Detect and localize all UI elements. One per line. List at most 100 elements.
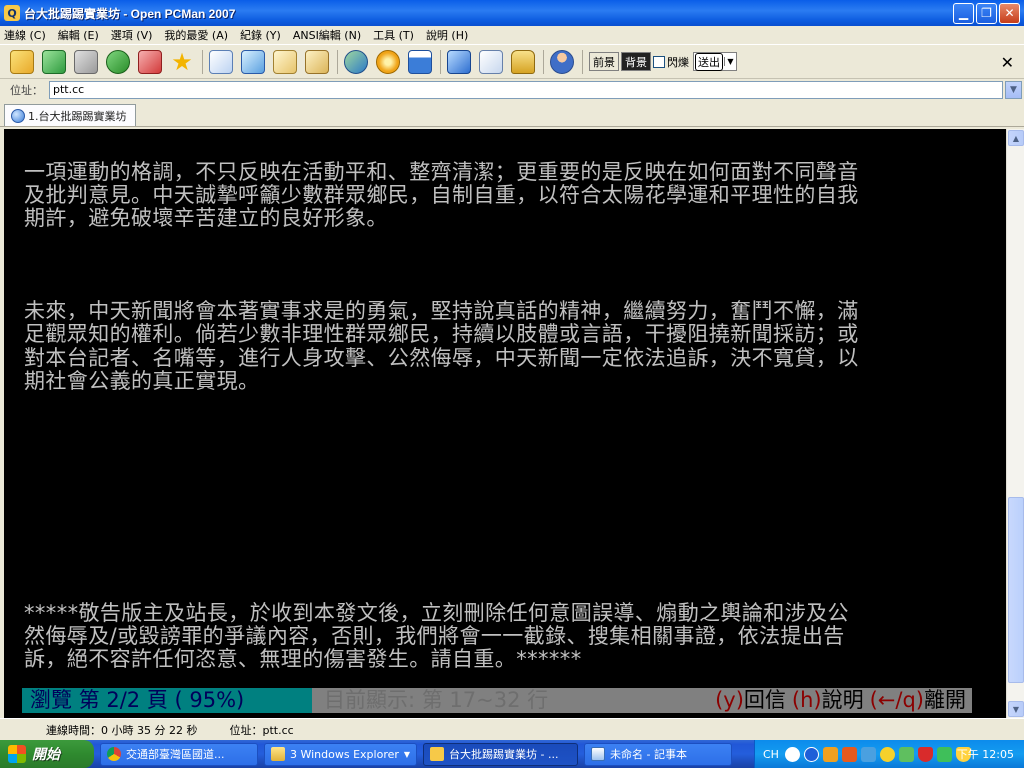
pcman-icon <box>430 747 444 761</box>
tray-app-icon[interactable] <box>841 746 857 762</box>
tray-app-icon[interactable] <box>936 746 952 762</box>
article-status-bar: 瀏覽 第 2/2 頁 ( 95%) 目前顯示: 第 17~32 行 (y) 回信… <box>22 688 972 713</box>
pcman-app-icon: Q <box>4 5 20 21</box>
menu-help[interactable]: 說明 (H) <box>426 27 468 43</box>
task-explorer[interactable]: 3 Windows Explorer ▼ <box>264 742 417 766</box>
terminal-line: 一項運動的格調，不只反映在活動平和、整齊清潔；更重要的是反映在如何面對不同聲音 <box>24 160 859 184</box>
close-toolbar-icon[interactable]: ✕ <box>1001 53 1014 72</box>
chevron-down-icon: ▼ <box>403 749 410 759</box>
user-icon[interactable] <box>550 49 574 74</box>
task-pcman[interactable]: 台大批踢踢實業坊 - ... <box>423 742 578 766</box>
help-key: (h) <box>791 688 822 712</box>
settings-gear-icon[interactable] <box>376 49 400 74</box>
address-input[interactable]: ptt.cc <box>49 81 1003 99</box>
terminal-line: 對本台記者、名嘴等，進行人身攻擊、公然侮辱，中天新聞一定依法追訴，決不寬貸，以 <box>24 345 859 370</box>
tray-app-icon[interactable] <box>879 746 895 762</box>
terminal-screen[interactable]: 一項運動的格調，不只反映在活動平和、整齊清潔；更重要的是反映在如何面對不同聲音及… <box>4 129 1006 718</box>
reconnect-icon[interactable] <box>42 49 66 74</box>
terminal-line: 足觀眾知的權利。倘若少數非理性群眾鄉民，持續以肢體或言語，干擾阻撓新聞採訪；或 <box>24 322 859 347</box>
toolbar-separator <box>202 49 203 74</box>
tab-ptt[interactable]: 1.台大批踢踢實業坊 <box>4 104 136 126</box>
edit-note-icon[interactable] <box>479 49 503 74</box>
chevron-down-icon[interactable]: ▼ <box>724 57 736 66</box>
toolbar-separator <box>543 49 544 74</box>
toolbar-separator <box>582 49 583 74</box>
terminal-scrollbar[interactable]: ▲ ▼ <box>1006 129 1024 718</box>
close-icon: ✕ <box>1004 6 1015 20</box>
background-color-button[interactable]: 背景 <box>621 52 651 71</box>
paste-icon[interactable] <box>241 49 265 74</box>
disconnect-icon[interactable] <box>74 49 98 74</box>
scrollbar-thumb[interactable] <box>1008 496 1024 683</box>
toolbar-separator <box>440 49 441 74</box>
lock-icon[interactable] <box>511 49 535 74</box>
status-address: 位址：ptt.cc <box>229 723 294 737</box>
minimize-button[interactable]: ▁ <box>953 2 974 24</box>
delete-icon[interactable] <box>138 49 162 74</box>
scroll-down-icon[interactable]: ▼ <box>1008 701 1024 717</box>
restore-icon: ❐ <box>981 6 992 20</box>
task-label: 台大批踢踢實業坊 - ... <box>449 748 559 761</box>
notepad-icon <box>591 747 605 761</box>
menu-tools[interactable]: 工具 (T) <box>373 27 414 43</box>
menu-ansi-edit[interactable]: ANSI編輯 (N) <box>293 27 361 43</box>
shield-icon[interactable] <box>917 746 933 762</box>
terminal-line: 訴，絕不容許任何恣意、無理的傷害發生。請自重。****** <box>24 647 582 672</box>
ansi-color-icon[interactable] <box>344 49 368 74</box>
task-label: 3 Windows Explorer <box>290 747 399 761</box>
blink-checkbox-box[interactable] <box>653 55 665 68</box>
tray-app-icon[interactable] <box>822 746 838 762</box>
reply-key: (y) <box>715 688 744 712</box>
leave-key: (←/q) <box>869 688 924 712</box>
screen-icon[interactable] <box>447 49 471 74</box>
line-range: 目前顯示: 第 17~32 行 <box>324 688 549 712</box>
chrome-icon <box>107 747 121 761</box>
window-icon[interactable] <box>408 49 432 74</box>
system-tray: CH 下午 12:05 <box>754 740 1024 768</box>
task-label: 未命名 - 記事本 <box>610 748 687 761</box>
network-icon[interactable] <box>860 746 876 762</box>
terminal-line: 然侮辱及/或毀謗罪的爭議內容，否則，我們將會一一截錄、搜集相關事證，依法提出告 <box>24 624 845 648</box>
send-dropdown[interactable]: 送出 ▼ <box>693 52 737 71</box>
title-bar[interactable]: Q 台大批踢踢實業坊 - Open PCMan 2007 ▁ ❐ ✕ <box>0 0 1024 26</box>
scroll-up-icon[interactable]: ▲ <box>1008 130 1024 146</box>
terminal-line: 期許，避免破壞辛苦建立的良好形象。 <box>24 206 388 231</box>
menu-bar: 連線 (C) 編輯 (E) 選項 (V) 我的最愛 (A) 紀錄 (Y) ANS… <box>0 26 1024 45</box>
terminal-line: *****敬告版主及站長，於收到本發文後，立刻刪除任何意圖誤導、煽動之輿論和涉及… <box>24 600 849 625</box>
menu-connection[interactable]: 連線 (C) <box>4 27 46 43</box>
language-indicator[interactable]: CH <box>763 748 779 761</box>
connect-plug-icon[interactable] <box>106 49 130 74</box>
status-hints: 目前顯示: 第 17~32 行 (y) 回信 (h) 說明 (←/q) 離開 <box>312 688 972 713</box>
terminal-line: 及批判意見。中天誠摯呼籲少數群眾鄉民，自制自重，以符合太陽花學運和平理性的自我 <box>24 183 859 208</box>
blink-checkbox[interactable]: 閃爍 <box>653 54 689 70</box>
tray-app-icon[interactable] <box>898 746 914 762</box>
menu-log[interactable]: 紀錄 (Y) <box>240 27 281 43</box>
address-dropdown-icon[interactable]: ▼ <box>1005 81 1022 99</box>
task-chrome[interactable]: 交通部臺灣區國道... <box>100 742 258 766</box>
paste-text-icon[interactable] <box>273 49 297 74</box>
copy-icon[interactable] <box>209 49 233 74</box>
task-notepad[interactable]: 未命名 - 記事本 <box>584 742 732 766</box>
clock[interactable]: 下午 12:05 <box>957 746 1014 762</box>
address-label: 位址： <box>10 84 43 97</box>
maximize-button[interactable]: ❐ <box>976 2 997 24</box>
start-label: 開始 <box>32 747 60 763</box>
ime-icon[interactable] <box>784 746 800 762</box>
terminal-line: 期社會公義的真正實現。 <box>24 368 260 393</box>
foreground-color-button[interactable]: 前景 <box>589 52 619 71</box>
menu-favorites[interactable]: 我的最愛 (A) <box>164 27 228 43</box>
new-connection-icon[interactable] <box>10 49 34 74</box>
search-icon[interactable] <box>305 49 329 74</box>
address-bar: 位址： ptt.cc ▼ <box>0 79 1024 101</box>
task-label: 交通部臺灣區國道... <box>126 748 225 761</box>
close-window-button[interactable]: ✕ <box>999 2 1020 24</box>
start-button[interactable]: 開始 <box>0 740 94 768</box>
tab-label: 1.台大批踢踢實業坊 <box>28 109 127 123</box>
reply-word: 回信 <box>743 688 786 712</box>
menu-edit[interactable]: 編輯 (E) <box>58 27 99 43</box>
back-arrow-icon[interactable] <box>803 746 819 762</box>
favorite-star-icon[interactable]: ★ <box>170 50 194 74</box>
send-button-label: 送出 <box>695 52 723 71</box>
leave-word: 離開 <box>924 688 966 712</box>
menu-options[interactable]: 選項 (V) <box>111 27 153 43</box>
